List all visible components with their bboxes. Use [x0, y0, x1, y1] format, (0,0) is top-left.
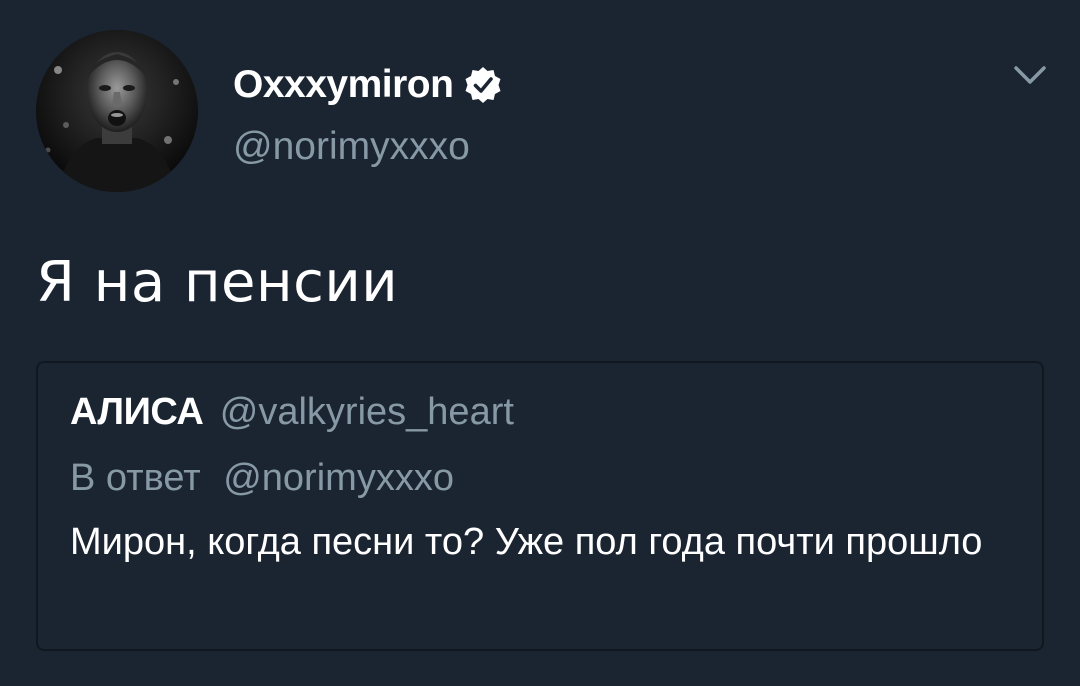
author-handle[interactable]: @norimyxxxo	[233, 122, 470, 172]
quote-reply-context: В ответ @norimyxxxo	[70, 453, 454, 503]
quote-text: Мирон, когда песни то? Уже пол года почт…	[70, 521, 983, 563]
quote-author-name[interactable]: АЛИСА	[70, 391, 204, 433]
author-name[interactable]: Oxxxymiron	[233, 60, 454, 110]
quoted-tweet[interactable]: АЛИСА @valkyries_heart В ответ @norimyxx…	[36, 361, 1044, 651]
quote-author-handle[interactable]: @valkyries_heart	[220, 391, 514, 433]
avatar-portrait-icon	[36, 30, 198, 192]
reply-handle-link[interactable]: @norimyxxxo	[223, 457, 454, 499]
reply-prefix: В ответ	[70, 457, 201, 499]
verified-badge-icon	[463, 65, 503, 105]
quote-header: АЛИСА @valkyries_heart	[70, 387, 514, 437]
author-avatar[interactable]	[36, 30, 198, 192]
chevron-down-icon[interactable]	[1010, 60, 1050, 90]
author-name-row: Oxxxymiron	[233, 60, 503, 110]
tweet-text: Я на пенсии	[36, 250, 399, 315]
tweet-card: Oxxxymiron @norimyxxxo Я на пенсии АЛИСА…	[0, 0, 1080, 686]
